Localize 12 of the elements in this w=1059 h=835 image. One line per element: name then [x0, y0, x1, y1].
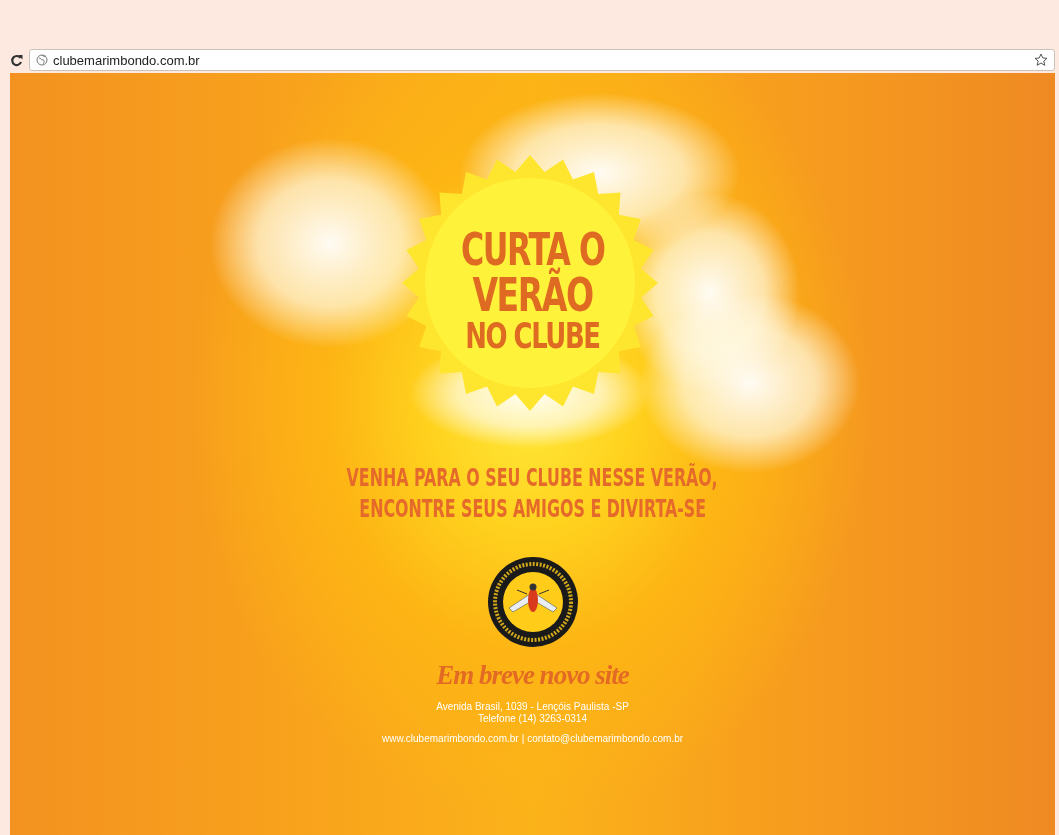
reload-icon[interactable] [10, 53, 23, 67]
separator-text: | [521, 733, 525, 745]
headline: CURTA O VERÃO NO CLUBE [459, 228, 606, 354]
email-link[interactable]: contato@clubemarimbondo.com.br [527, 733, 684, 745]
phone-text: Telefone (14) 3263-0314 [478, 713, 587, 726]
website-link[interactable]: www.clubemarimbondo.com.br [381, 733, 519, 745]
address-bar[interactable]: clubemarimbondo.com.br [29, 49, 1055, 71]
address-text: Avenida Brasil, 1039 - Lençóis Paulista -SP [436, 701, 629, 714]
star-icon[interactable] [1034, 53, 1048, 67]
coming-soon-text: Em breve novo site [436, 660, 629, 692]
globe-icon [36, 54, 48, 66]
tagline: ENCONTRE SEUS AMIGOS E DIVIRTA-SE [359, 497, 706, 523]
